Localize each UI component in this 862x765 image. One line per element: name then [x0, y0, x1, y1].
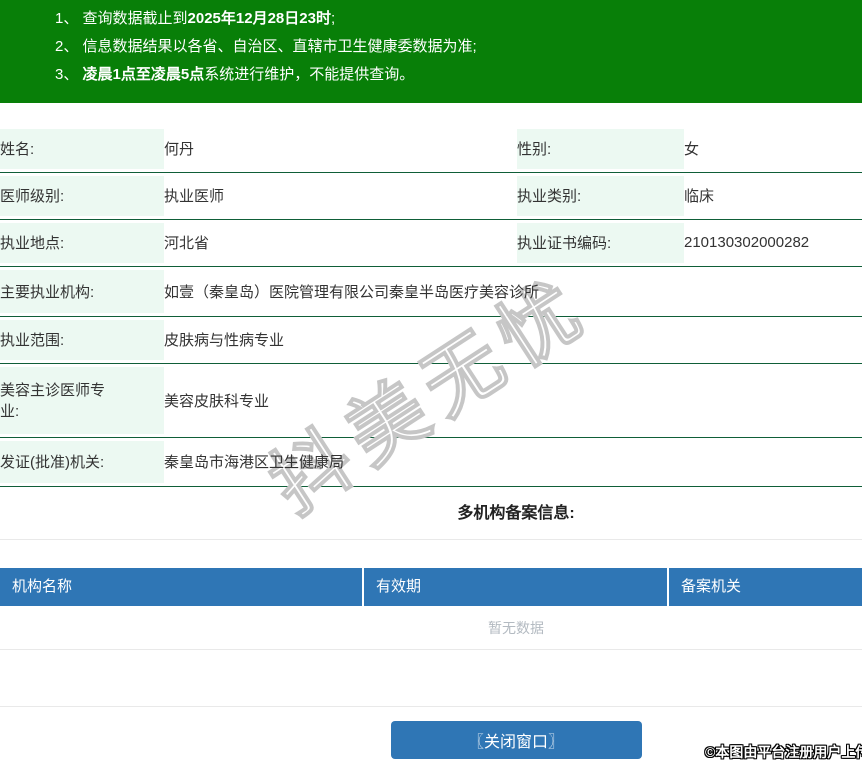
field-label: 主要执业机构:	[0, 266, 164, 316]
field-value: 210130302000282	[684, 219, 862, 266]
filing-section-title: 多机构备案信息:	[0, 487, 862, 540]
field-label: 性别:	[517, 126, 684, 172]
table-row: 执业地点: 河北省 执业证书编码: 210130302000282	[0, 219, 862, 266]
field-value: 执业医师	[164, 172, 517, 219]
column-header-validity: 有效期	[364, 568, 669, 606]
notice-line-3: 3、 凌晨1点至凌晨5点系统进行维护，不能提供查询。	[55, 61, 862, 89]
field-label: 美容主诊医师专业:	[0, 363, 164, 437]
close-window-button[interactable]: 〖关闭窗口〗	[391, 721, 642, 759]
platform-upload-stamp: ©本图由平台注册用户上传	[705, 742, 862, 762]
field-label: 执业类别:	[517, 172, 684, 219]
column-header-authority: 备案机关	[669, 568, 862, 606]
field-value: 女	[684, 126, 862, 172]
field-label: 发证(批准)机关:	[0, 437, 164, 486]
table-row: 姓名: 何丹 性别: 女	[0, 126, 862, 172]
notice-banner: 1、 查询数据截止到2025年12月28日23时; 2、 信息数据结果以各省、自…	[0, 0, 862, 103]
notice-line-2: 2、 信息数据结果以各省、自治区、直辖市卫生健康委数据为准;	[55, 33, 862, 61]
field-value: 临床	[684, 172, 862, 219]
column-header-institution: 机构名称	[0, 568, 364, 606]
empty-state-text: 暂无数据	[0, 606, 862, 650]
field-label: 执业地点:	[0, 219, 164, 266]
section-divider	[0, 650, 862, 707]
table-row: 医师级别: 执业医师 执业类别: 临床	[0, 172, 862, 219]
field-label: 医师级别:	[0, 172, 164, 219]
table-row: 主要执业机构: 如壹（秦皇岛）医院管理有限公司秦皇半岛医疗美容诊所	[0, 266, 862, 316]
field-value: 何丹	[164, 126, 517, 172]
field-label: 执业范围:	[0, 316, 164, 363]
field-label: 姓名:	[0, 126, 164, 172]
field-value: 河北省	[164, 219, 517, 266]
notice-line-1: 1、 查询数据截止到2025年12月28日23时;	[55, 5, 862, 33]
filing-table-header: 机构名称 有效期 备案机关	[0, 568, 862, 606]
